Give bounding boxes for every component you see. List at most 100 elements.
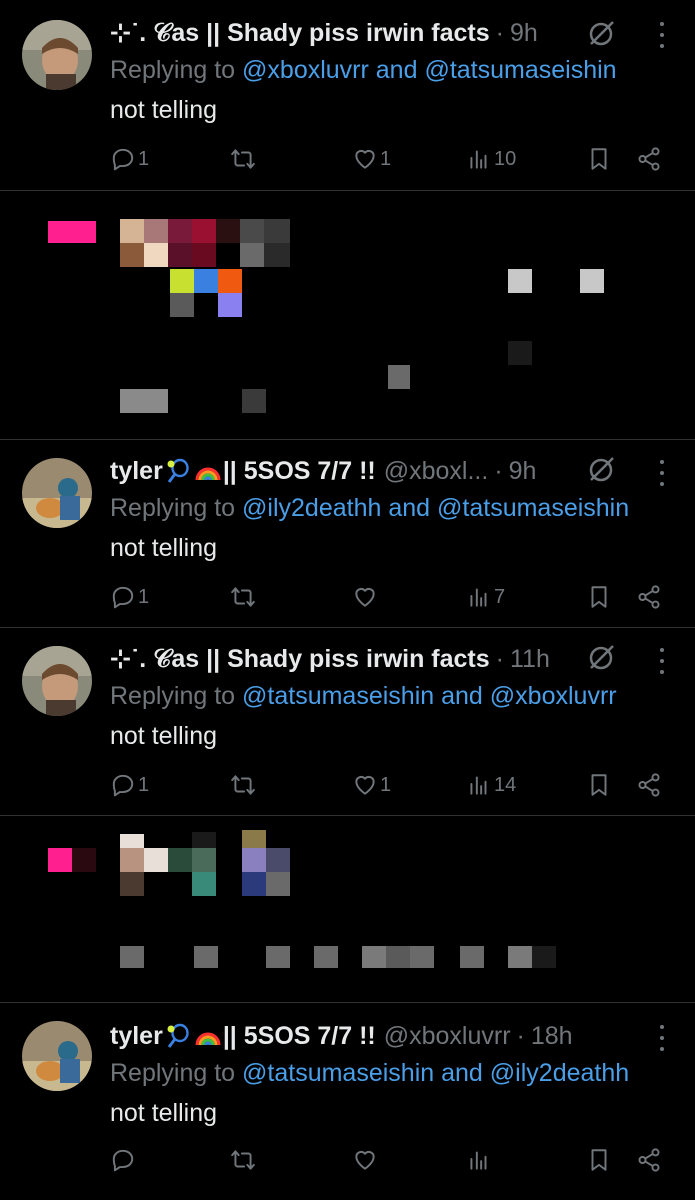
censor-block xyxy=(242,830,266,848)
censor-block xyxy=(48,848,72,872)
censor-block xyxy=(410,946,434,968)
reply-count: 1 xyxy=(138,585,150,608)
retweet-button[interactable] xyxy=(230,1143,256,1177)
bookmark-button[interactable] xyxy=(586,142,612,176)
censor-block xyxy=(168,848,192,872)
mention-link[interactable]: @ily2deathh xyxy=(242,494,381,522)
reply-icon xyxy=(112,586,134,609)
grok-icon[interactable] xyxy=(585,642,617,674)
like-button[interactable]: 1 xyxy=(352,768,391,802)
like-icon xyxy=(355,149,375,169)
reply-button[interactable]: 1 xyxy=(110,142,149,176)
grok-icon[interactable] xyxy=(585,18,617,50)
bookmark-icon xyxy=(591,774,607,796)
views-button[interactable]: 7 xyxy=(466,580,505,614)
display-name[interactable]: tyler xyxy=(110,457,163,486)
avatar[interactable] xyxy=(22,20,92,90)
share-button[interactable] xyxy=(636,142,662,176)
retweet-icon xyxy=(231,149,255,169)
reply-button[interactable] xyxy=(110,1143,136,1177)
share-icon xyxy=(638,1148,660,1172)
tennis-racket-emoji xyxy=(167,458,189,483)
timestamp[interactable]: 11h xyxy=(510,645,550,674)
share-icon xyxy=(638,585,660,609)
display-name[interactable]: tyler xyxy=(110,1022,163,1051)
display-name-suffix[interactable]: || 5SOS 7/7 !! xyxy=(223,457,376,486)
action-bar: 1 1 10 xyxy=(0,142,695,176)
retweet-button[interactable] xyxy=(230,142,256,176)
censor-block xyxy=(218,293,242,317)
retweet-button[interactable] xyxy=(230,580,256,614)
like-button[interactable]: 1 xyxy=(352,142,391,176)
bookmark-button[interactable] xyxy=(586,768,612,802)
tweet-header: ⊹˙. 𝒞as || Shady piss irwin facts · 11h xyxy=(110,642,605,676)
censor-block xyxy=(48,221,96,243)
reply-icon xyxy=(112,1149,134,1172)
censor-block xyxy=(266,848,290,872)
reply-button[interactable]: 1 xyxy=(110,768,149,802)
reply-button[interactable]: 1 xyxy=(110,580,149,614)
retweet-button[interactable] xyxy=(230,768,256,802)
views-button[interactable] xyxy=(466,1143,492,1177)
like-button[interactable] xyxy=(352,1143,378,1177)
mention-link[interactable]: @xboxluvrr xyxy=(490,682,617,710)
share-button[interactable] xyxy=(636,768,662,802)
tweet-text: not telling xyxy=(110,722,218,750)
censor-block xyxy=(170,269,194,293)
display-name[interactable]: ⊹˙. 𝒞as || Shady piss irwin facts xyxy=(110,644,490,674)
avatar[interactable] xyxy=(22,1021,92,1091)
like-button[interactable] xyxy=(352,580,378,614)
censor-block xyxy=(508,341,532,365)
timestamp[interactable]: 9h xyxy=(509,457,537,486)
timestamp[interactable]: 18h xyxy=(531,1022,573,1051)
display-name[interactable]: ⊹˙. 𝒞as || Shady piss irwin facts xyxy=(110,18,490,48)
handle[interactable]: @xboxluvrr xyxy=(384,1022,511,1051)
censor-block xyxy=(120,848,144,872)
view-count: 14 xyxy=(494,773,517,796)
more-icon[interactable] xyxy=(657,1025,667,1051)
more-icon[interactable] xyxy=(657,22,667,48)
mention-link[interactable]: @tatsumaseishin xyxy=(242,682,434,710)
mention-link[interactable]: @tatsumaseishin xyxy=(424,56,616,84)
tweet[interactable]: ⊹˙. 𝒞as || Shady piss irwin facts · 9h R… xyxy=(0,0,695,191)
share-button[interactable] xyxy=(636,580,662,614)
share-button[interactable] xyxy=(636,1143,662,1177)
censor-block xyxy=(264,219,290,243)
separator: · xyxy=(516,1021,525,1050)
replying-to: Replying to @xboxluvrr and @tatsumaseish… xyxy=(110,56,617,85)
mention-link[interactable]: @ily2deathh xyxy=(490,1059,629,1087)
censor-block xyxy=(532,946,556,968)
censor-block xyxy=(192,219,216,243)
avatar[interactable] xyxy=(22,458,92,528)
tweet[interactable]: tyler || 5SOS 7/7 !! @xboxl... · 9h Repl… xyxy=(0,440,695,628)
bookmark-button[interactable] xyxy=(586,1143,612,1177)
tweet[interactable]: tyler || 5SOS 7/7 !! @xboxluvrr · 18h Re… xyxy=(0,1003,695,1200)
rainbow-emoji xyxy=(195,1032,221,1046)
censor-block xyxy=(192,243,216,267)
avatar[interactable] xyxy=(22,646,92,716)
mention-link[interactable]: @xboxluvrr xyxy=(242,56,369,84)
more-icon[interactable] xyxy=(657,648,667,674)
bookmark-button[interactable] xyxy=(586,580,612,614)
censor-block xyxy=(144,848,168,872)
mention-link[interactable]: @tatsumaseishin xyxy=(437,494,629,522)
separator: · xyxy=(495,18,504,47)
replying-to: Replying to @tatsumaseishin and @xboxluv… xyxy=(110,682,617,711)
and-text: and xyxy=(375,56,418,84)
tweet-text: not telling xyxy=(110,1099,218,1127)
censor-block xyxy=(242,389,266,413)
censor-block xyxy=(242,872,266,896)
views-button[interactable]: 14 xyxy=(466,768,516,802)
more-icon[interactable] xyxy=(657,460,667,486)
retweet-icon xyxy=(231,1150,255,1170)
replying-to: Replying to @tatsumaseishin and @ily2dea… xyxy=(110,1059,629,1088)
display-name-suffix[interactable]: || 5SOS 7/7 !! xyxy=(223,1022,376,1051)
grok-icon[interactable] xyxy=(585,454,617,486)
handle[interactable]: @xboxl... xyxy=(384,457,489,486)
view-count: 10 xyxy=(494,147,517,170)
timestamp[interactable]: 9h xyxy=(510,19,538,48)
views-button[interactable]: 10 xyxy=(466,142,516,176)
tweet[interactable]: ⊹˙. 𝒞as || Shady piss irwin facts · 11h … xyxy=(0,628,695,816)
censor-block xyxy=(120,243,144,267)
mention-link[interactable]: @tatsumaseishin xyxy=(242,1059,434,1087)
